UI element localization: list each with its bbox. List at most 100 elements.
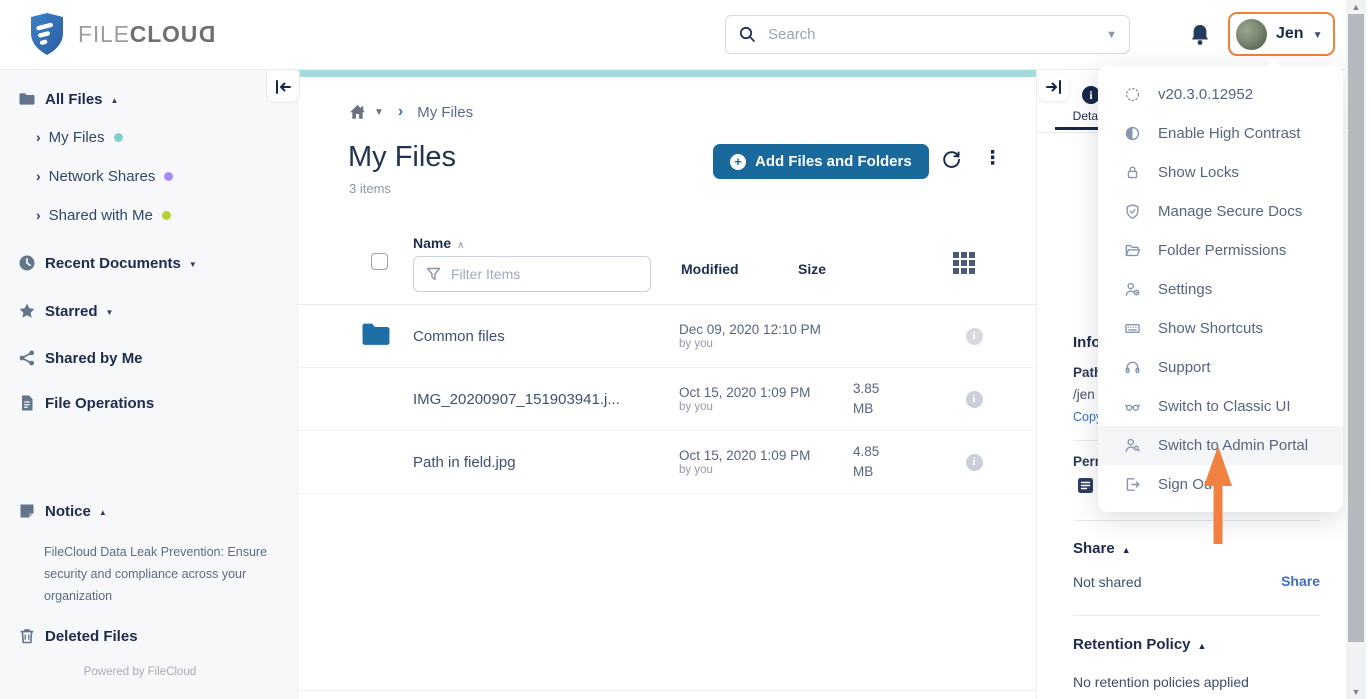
scrollbar-thumb[interactable]: [1348, 14, 1364, 642]
refresh-icon[interactable]: [941, 149, 962, 175]
plus-icon: +: [730, 154, 746, 170]
share-icon: [18, 349, 36, 367]
menu-item-switch-to-classic-ui[interactable]: Switch to Classic UI: [1098, 387, 1343, 426]
file-modified: Dec 09, 2020 12:10 PM by you: [679, 322, 853, 350]
table-row[interactable]: IMG_20200907_151903941.j... Oct 15, 2020…: [298, 368, 1036, 431]
trash-icon: [18, 627, 36, 645]
filecloud-shield-icon: [30, 12, 64, 56]
sidebar-item-recent-documents[interactable]: Recent Documents ▼: [0, 252, 297, 274]
breadcrumb-current[interactable]: My Files: [417, 104, 473, 121]
select-all-checkbox[interactable]: [371, 253, 388, 270]
document-icon: [18, 394, 36, 412]
user-menu-button[interactable]: Jen ▼: [1228, 12, 1335, 56]
search-box: ▼: [725, 15, 1130, 54]
folder-icon: [18, 90, 36, 108]
menu-item-support[interactable]: Support: [1098, 348, 1343, 387]
accent-strip: [298, 70, 1036, 77]
notifications-bell-icon[interactable]: [1189, 23, 1211, 52]
sidebar: All Files ▲ › My Files › Network Shares …: [0, 70, 298, 699]
version-badge-icon: [1124, 86, 1142, 104]
column-header-name[interactable]: Name∧: [413, 235, 464, 251]
sidebar-item-network-shares[interactable]: › Network Shares: [0, 165, 297, 187]
notice-message: FileCloud Data Leak Prevention: Ensure s…: [44, 541, 272, 607]
user-gear-icon: [1124, 281, 1142, 299]
divider: [1073, 520, 1320, 521]
collapse-sidebar-button[interactable]: [266, 71, 300, 103]
caret-up-icon: ▲: [111, 96, 119, 105]
items-count: 3 items: [349, 181, 391, 196]
path-value: /jen: [1073, 387, 1095, 402]
search-options-caret-icon[interactable]: ▼: [1106, 29, 1117, 41]
filter-funnel-icon: [426, 267, 441, 281]
sort-asc-icon: ∧: [457, 240, 464, 251]
filter-box: [413, 256, 651, 292]
share-link[interactable]: Share: [1281, 573, 1320, 589]
home-icon[interactable]: [348, 103, 367, 121]
sidebar-item-notice[interactable]: Notice ▲: [0, 500, 297, 522]
sidebar-item-my-files[interactable]: › My Files: [0, 126, 297, 148]
user-name: Jen: [1276, 25, 1304, 43]
sidebar-item-shared-by-me[interactable]: Shared by Me: [0, 347, 297, 369]
avatar: [1236, 19, 1267, 50]
chevron-down-icon: ▼: [1313, 30, 1323, 41]
sidebar-item-file-operations[interactable]: File Operations: [0, 392, 297, 414]
share-status: Not shared: [1073, 574, 1141, 590]
menu-item-show-locks[interactable]: Show Locks: [1098, 153, 1343, 192]
menu-item-sign-out[interactable]: Sign Out: [1098, 465, 1343, 504]
keyboard-icon: [1124, 320, 1142, 338]
table-row[interactable]: Path in field.jpg Oct 15, 2020 1:09 PM b…: [298, 431, 1036, 494]
sidebar-item-shared-with-me[interactable]: › Shared with Me: [0, 204, 297, 226]
menu-item-enable-high-contrast[interactable]: Enable High Contrast: [1098, 114, 1343, 153]
file-name[interactable]: Common files: [413, 328, 679, 345]
caret-up-icon[interactable]: ▲: [1122, 545, 1131, 555]
search-input[interactable]: [768, 26, 1106, 43]
column-header-modified[interactable]: Modified: [681, 261, 739, 277]
permissions-list-icon: [1077, 477, 1094, 499]
divider: [298, 690, 1036, 691]
grid-view-icon[interactable]: [953, 252, 975, 274]
collapse-details-panel-button[interactable]: [1039, 73, 1069, 101]
retention-status: No retention policies applied: [1073, 674, 1249, 690]
page-title: My Files: [348, 141, 456, 174]
top-bar: FILECLOUD ▼ Jen ▼: [0, 0, 1346, 70]
add-files-button[interactable]: + Add Files and Folders: [713, 144, 929, 179]
menu-item-switch-to-admin-portal[interactable]: Switch to Admin Portal: [1098, 426, 1343, 465]
menu-item-settings[interactable]: Settings: [1098, 270, 1343, 309]
caret-up-icon[interactable]: ▲: [1198, 641, 1207, 651]
sidebar-item-all-files[interactable]: All Files ▲: [0, 88, 297, 110]
sidebar-item-deleted-files[interactable]: Deleted Files: [0, 625, 297, 647]
scrollbar-down-arrow-icon[interactable]: ▼: [1346, 687, 1366, 697]
divider: [1073, 615, 1320, 616]
file-name[interactable]: IMG_20200907_151903941.j...: [413, 391, 679, 408]
filter-input[interactable]: [451, 266, 650, 282]
collapse-left-icon: [274, 79, 292, 95]
menu-item-version: v20.3.0.12952: [1098, 75, 1343, 114]
table-row[interactable]: Common files Dec 09, 2020 12:10 PM by yo…: [298, 305, 1036, 368]
lock-icon: [1124, 164, 1142, 182]
info-heading: Info: [1073, 334, 1101, 351]
column-header-size[interactable]: Size: [798, 261, 826, 277]
chevron-right-icon: ›: [36, 207, 41, 223]
star-icon: [18, 302, 36, 320]
info-icon[interactable]: i: [966, 454, 983, 471]
contrast-icon: [1124, 125, 1142, 143]
menu-item-manage-secure-docs[interactable]: Manage Secure Docs: [1098, 192, 1343, 231]
menu-item-show-shortcuts[interactable]: Show Shortcuts: [1098, 309, 1343, 348]
menu-item-folder-permissions[interactable]: Folder Permissions: [1098, 231, 1343, 270]
caret-down-icon[interactable]: ▼: [374, 107, 384, 118]
page-scrollbar[interactable]: ▲ ▼: [1346, 0, 1366, 699]
filecloud-logo[interactable]: FILECLOUD: [30, 12, 216, 56]
file-name[interactable]: Path in field.jpg: [413, 454, 679, 471]
info-icon[interactable]: i: [966, 391, 983, 408]
sidebar-item-starred[interactable]: Starred ▼: [0, 300, 297, 322]
status-dot-lime: [162, 211, 171, 220]
chevron-right-icon: ›: [36, 129, 41, 145]
notice-note-icon: [18, 502, 36, 520]
chevron-right-icon: ›: [36, 168, 41, 184]
more-options-icon[interactable]: ⋮: [983, 147, 1002, 170]
scrollbar-up-arrow-icon[interactable]: ▲: [1346, 2, 1366, 12]
retention-heading: Retention Policy▲: [1073, 636, 1206, 654]
info-icon[interactable]: i: [966, 328, 983, 345]
user-key-icon: [1124, 437, 1142, 455]
collapse-right-icon: [1045, 79, 1063, 95]
